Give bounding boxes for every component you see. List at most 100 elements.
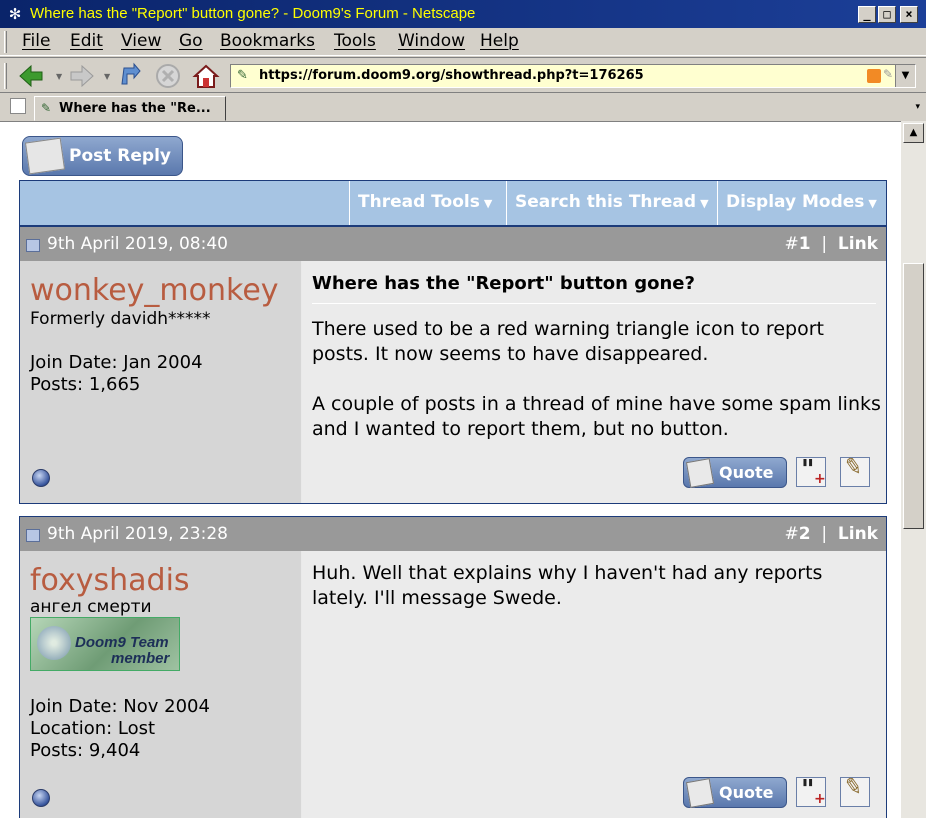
- menu-window[interactable]: Window: [394, 31, 469, 51]
- offline-status-icon: [32, 789, 50, 807]
- stop-icon[interactable]: [154, 62, 182, 90]
- chevron-down-icon: ▼: [483, 197, 493, 210]
- post-body: There used to be a red warning triangle …: [312, 317, 882, 467]
- menu-help[interactable]: Help: [476, 31, 523, 51]
- user-title: Formerly davidh*****: [30, 309, 211, 329]
- rss-icon[interactable]: [867, 69, 881, 83]
- post-paragraph: A couple of posts in a thread of mine ha…: [312, 393, 881, 440]
- search-thread-label: Search this Thread: [515, 192, 697, 212]
- multi-quote-button[interactable]: " +: [794, 455, 830, 489]
- url-text[interactable]: https://forum.doom9.org/showthread.php?t…: [259, 68, 644, 83]
- browser-window: ✻ Where has the "Report" button gone? - …: [0, 0, 926, 818]
- title-divider: [312, 303, 876, 304]
- username-link[interactable]: wonkey_monkey: [30, 273, 279, 308]
- url-dropdown-icon[interactable]: ▼: [895, 65, 915, 87]
- menu-view[interactable]: View: [117, 31, 165, 51]
- secure-lock-icon: ✎: [237, 68, 248, 83]
- menu-edit[interactable]: Edit: [66, 31, 107, 51]
- navigation-toolbar: ▼ ▼ ✎ https://forum.doom9.org/showthread…: [0, 57, 926, 93]
- tab-current[interactable]: ✎ Where has the "Re...: [34, 96, 226, 121]
- home-icon[interactable]: [192, 62, 220, 90]
- post-body: Huh. Well that explains why I haven't ha…: [312, 561, 882, 636]
- tab-label: Where has the "Re...: [59, 101, 211, 116]
- display-modes-menu[interactable]: Display Modes ▼: [717, 181, 886, 225]
- post-1: 9th April 2019, 08:40 #1 | Link wonkey_m…: [19, 226, 887, 504]
- post-reply-button[interactable]: Post Reply: [22, 136, 183, 176]
- back-dropdown-icon[interactable]: ▼: [56, 72, 62, 81]
- search-thread-menu[interactable]: Search this Thread ▼: [506, 181, 717, 225]
- post-reply-label: Post Reply: [69, 146, 171, 166]
- scrollbar-thumb[interactable]: [903, 263, 924, 529]
- forward-dropdown-icon[interactable]: ▼: [104, 72, 110, 81]
- quote-label: Quote: [719, 783, 774, 802]
- post-count: Posts: 1,665: [30, 374, 141, 395]
- post-number-link[interactable]: 2: [799, 524, 811, 544]
- user-title: ангел смерти: [30, 597, 152, 617]
- username-link[interactable]: foxyshadis: [30, 563, 190, 598]
- quote-button[interactable]: Quote: [683, 777, 787, 808]
- minimize-button[interactable]: _: [858, 6, 876, 23]
- offline-status-icon: [32, 469, 50, 487]
- quote-mark-icon: ": [801, 775, 815, 805]
- post-number-link[interactable]: 1: [799, 234, 811, 254]
- toolbar-grip[interactable]: [4, 31, 7, 53]
- chevron-down-icon: ▼: [700, 197, 709, 210]
- quick-reply-button[interactable]: ✎: [838, 774, 874, 809]
- toolbar-grip[interactable]: [4, 63, 7, 89]
- location: Location: Lost: [30, 718, 156, 739]
- scroll-up-arrow-icon[interactable]: ▲: [903, 123, 924, 143]
- paper-pencil-icon: [24, 137, 66, 175]
- tab-list-icon[interactable]: ▾: [915, 102, 920, 112]
- netscape-icon: ✻: [8, 5, 22, 23]
- new-tab-icon[interactable]: [10, 98, 26, 114]
- post-2: 9th April 2019, 23:28 #2 | Link foxyshad…: [19, 516, 887, 818]
- menu-tools[interactable]: Tools: [330, 31, 380, 51]
- page-content: Post Reply Thread Tools ▼ Search this Thr…: [0, 121, 901, 818]
- post-date: 9th April 2019, 23:28: [47, 524, 228, 544]
- post-paragraph: There used to be a red warning triangle …: [312, 318, 824, 365]
- site-edit-icon[interactable]: ✎: [883, 67, 893, 81]
- quote-paper-icon: [685, 458, 715, 488]
- quote-button[interactable]: Quote: [683, 457, 787, 488]
- forward-arrow-icon[interactable]: [68, 62, 96, 90]
- maximize-button[interactable]: □: [878, 6, 896, 23]
- thread-tools-label: Thread Tools: [358, 192, 480, 212]
- tab-secure-icon: ✎: [41, 101, 52, 115]
- display-modes-label: Display Modes: [726, 192, 865, 212]
- post-number-area: #1 | Link: [784, 234, 878, 254]
- message-pane: Where has the "Report" button gone? Ther…: [302, 261, 886, 503]
- join-date: Join Date: Nov 2004: [30, 696, 210, 717]
- user-info-pane: wonkey_monkey Formerly davidh***** Join …: [20, 261, 301, 503]
- quote-label: Quote: [719, 463, 774, 482]
- thread-tools-bar: Thread Tools ▼ Search this Thread ▼ Displa…: [19, 180, 887, 226]
- reload-icon[interactable]: [116, 62, 144, 90]
- team-member-badge: Doom9 Team member: [30, 617, 180, 671]
- quote-mark-icon: ": [801, 455, 815, 485]
- thread-tools-menu[interactable]: Thread Tools ▼: [349, 181, 506, 225]
- post-paragraph: Huh. Well that explains why I haven't ha…: [312, 562, 823, 609]
- title-bar: ✻ Where has the "Report" button gone? - …: [0, 0, 926, 28]
- post-header: 9th April 2019, 08:40 #1 | Link: [20, 227, 886, 261]
- tab-bar: ✎ Where has the "Re... ▾: [0, 94, 926, 121]
- multi-quote-button[interactable]: " +: [794, 775, 830, 809]
- quick-reply-button[interactable]: ✎: [838, 454, 874, 489]
- post-count: Posts: 9,404: [30, 740, 141, 761]
- back-arrow-icon[interactable]: [17, 62, 45, 90]
- plus-icon: +: [814, 471, 826, 487]
- menu-go[interactable]: Go: [175, 31, 207, 51]
- window-title: Where has the "Report" button gone? - Do…: [30, 5, 476, 22]
- post-number-prefix: #: [784, 234, 799, 254]
- quote-paper-icon: [685, 778, 715, 808]
- close-button[interactable]: ×: [900, 6, 918, 23]
- menu-bookmarks[interactable]: Bookmarks: [216, 31, 319, 51]
- post-link[interactable]: Link: [838, 234, 878, 254]
- plus-icon: +: [814, 791, 826, 807]
- post-link[interactable]: Link: [838, 524, 878, 544]
- address-bar[interactable]: ✎ https://forum.doom9.org/showthread.php…: [230, 64, 916, 88]
- menu-file[interactable]: File: [18, 31, 54, 51]
- vertical-scrollbar[interactable]: ▲: [901, 121, 926, 818]
- menu-bar: File Edit View Go Bookmarks Tools Window…: [0, 28, 926, 56]
- post-icon: [26, 239, 40, 252]
- user-info-pane: foxyshadis ангел смерти Doom9 Team membe…: [20, 551, 301, 818]
- post-number-prefix: #: [784, 524, 799, 544]
